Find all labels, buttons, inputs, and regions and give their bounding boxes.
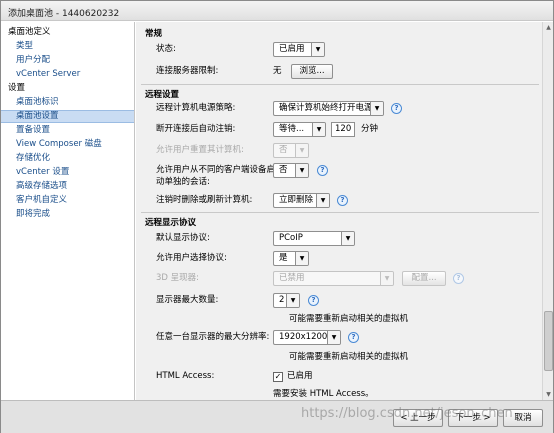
sidebar-group-heading: 桌面池定义 bbox=[8, 27, 51, 37]
allow-choose-protocol-select[interactable]: 是 ▼ bbox=[273, 251, 309, 266]
scroll-up-icon[interactable]: ▲ bbox=[544, 23, 553, 32]
allow-choose-protocol-label: 允许用户选择协议: bbox=[156, 253, 227, 263]
power-policy-value: 确保计算机始终打开电源 bbox=[279, 103, 373, 113]
scroll-down-icon[interactable]: ▼ bbox=[544, 390, 553, 399]
title-bar: 添加桌面池 - 1440620232 bbox=[1, 1, 553, 21]
browse-button[interactable]: 浏览... bbox=[291, 64, 333, 79]
restart-note: 可能需要重新启动相关的虚拟机 bbox=[289, 352, 409, 362]
help-icon[interactable]: ? bbox=[453, 273, 464, 284]
sidebar-item[interactable]: 客户机自定义 bbox=[1, 194, 134, 207]
html-access-label: HTML Access: bbox=[156, 371, 215, 381]
delete-on-logoff-value: 立即删除 bbox=[279, 195, 314, 205]
auto-logoff-value: 等待... bbox=[279, 124, 305, 134]
delete-on-logoff-label: 注销时删除或刷新计算机: bbox=[156, 195, 253, 205]
sidebar-item[interactable]: 高级存储选项 bbox=[1, 180, 134, 193]
sidebar-item[interactable]: 桌面池标识 bbox=[1, 96, 134, 109]
configure-button[interactable]: 配置... bbox=[402, 271, 446, 286]
default-protocol-value: PCoIP bbox=[279, 233, 303, 243]
default-protocol-label: 默认显示协议: bbox=[156, 233, 210, 243]
help-icon[interactable]: ? bbox=[337, 195, 348, 206]
help-icon[interactable]: ? bbox=[391, 103, 402, 114]
default-protocol-select[interactable]: PCoIP ▼ bbox=[273, 231, 355, 246]
multi-session-label-line1: 允许用户从不同的客户端设备启 bbox=[156, 165, 276, 175]
sidebar-item[interactable]: 桌面池设置 bbox=[1, 110, 134, 123]
help-icon[interactable]: ? bbox=[348, 332, 359, 343]
max-monitors-select[interactable]: 2 ▼ bbox=[273, 293, 300, 308]
restart-note: 可能需要重新启动相关的虚拟机 bbox=[289, 314, 409, 324]
state-label: 状态: bbox=[156, 44, 176, 54]
chevron-down-icon: ▼ bbox=[286, 294, 299, 307]
chevron-down-icon: ▼ bbox=[295, 252, 308, 265]
auto-logoff-label: 断开连接后自动注销: bbox=[156, 124, 236, 134]
max-resolution-label: 任意一台显示器的最大分辨率: bbox=[156, 332, 270, 342]
multi-session-select[interactable]: 否 ▼ bbox=[273, 163, 309, 178]
vertical-scrollbar[interactable]: ▲ ▼ bbox=[542, 22, 553, 400]
chevron-down-icon: ▼ bbox=[295, 164, 308, 177]
chevron-down-icon: ▼ bbox=[327, 331, 340, 344]
3d-renderer-label: 3D 呈现器: bbox=[156, 273, 200, 283]
power-policy-label: 远程计算机电源策略: bbox=[156, 103, 236, 113]
divider bbox=[141, 84, 539, 85]
wizard-sidebar: 桌面池定义类型 用户分配 vCenter Server 设置桌面池标识 桌面池设置 置备设… bbox=[1, 22, 135, 400]
max-resolution-select[interactable]: 1920x1200 ▼ bbox=[273, 330, 341, 345]
window-title: 添加桌面池 - 1440620232 bbox=[8, 9, 120, 19]
chevron-down-icon: ▼ bbox=[311, 43, 324, 56]
connection-server-restriction-value: 无 bbox=[273, 66, 282, 76]
sidebar-item[interactable]: 置备设置 bbox=[1, 124, 134, 137]
sidebar-item[interactable]: 存储优化 bbox=[1, 152, 134, 165]
sidebar-item[interactable]: 用户分配 bbox=[1, 54, 134, 67]
max-monitors-value: 2 bbox=[279, 295, 285, 305]
auto-logoff-select[interactable]: 等待... ▼ bbox=[273, 122, 326, 137]
help-icon[interactable]: ? bbox=[308, 295, 319, 306]
chevron-down-icon: ▼ bbox=[316, 194, 329, 207]
multi-session-label-line2: 动单独的会话: bbox=[156, 177, 210, 187]
chevron-down-icon: ▼ bbox=[341, 232, 354, 245]
sidebar-item[interactable]: vCenter 设置 bbox=[1, 166, 134, 179]
max-monitors-label: 显示器最大数量: bbox=[156, 295, 219, 305]
chevron-down-icon: ▼ bbox=[380, 272, 393, 285]
auto-logoff-minutes-input[interactable]: 120 bbox=[331, 122, 355, 137]
divider bbox=[141, 212, 539, 213]
section-display-heading: 远程显示协议 bbox=[145, 218, 197, 228]
html-access-enabled-label: 已启用 bbox=[287, 371, 313, 381]
state-select[interactable]: 已启用 ▼ bbox=[273, 42, 325, 57]
sidebar-group-heading: 设置 bbox=[8, 83, 26, 93]
power-policy-select[interactable]: 确保计算机始终打开电源 ▼ bbox=[273, 101, 384, 116]
watermark: https://blog.csdn.net/jeson_chen bbox=[301, 406, 513, 421]
chevron-down-icon: ▼ bbox=[312, 123, 325, 136]
connection-server-restriction-label: 连接服务器限制: bbox=[156, 66, 219, 76]
scroll-thumb[interactable] bbox=[544, 311, 553, 371]
html-access-note: 需要安装 HTML Access。 bbox=[273, 389, 374, 399]
minutes-unit-label: 分钟 bbox=[361, 124, 379, 134]
settings-panel: 常规 状态: 已启用 ▼ 连接服务器限制: 无 浏览... 远程设置 远程计算机… bbox=[136, 22, 542, 400]
chevron-down-icon: ▼ bbox=[295, 144, 308, 157]
sidebar-item[interactable]: View Composer 磁盘 bbox=[1, 138, 134, 151]
sidebar-item[interactable]: vCenter Server bbox=[1, 68, 134, 81]
3d-renderer-value: 已禁用 bbox=[279, 273, 305, 283]
state-select-value: 已启用 bbox=[279, 44, 305, 54]
help-icon[interactable]: ? bbox=[317, 165, 328, 176]
section-general-heading: 常规 bbox=[145, 29, 163, 39]
sidebar-item[interactable]: 即将完成 bbox=[1, 208, 134, 221]
add-desktop-pool-dialog: 添加桌面池 - 1440620232 桌面池定义类型 用户分配 vCenter Se… bbox=[0, 0, 554, 433]
multi-session-value: 否 bbox=[279, 165, 288, 175]
sidebar-item[interactable]: 类型 bbox=[1, 40, 134, 53]
max-resolution-value: 1920x1200 bbox=[279, 332, 328, 342]
html-access-checkbox[interactable]: ✓ bbox=[273, 372, 283, 382]
allow-reset-select[interactable]: 否 ▼ bbox=[273, 143, 309, 158]
3d-renderer-select[interactable]: 已禁用 ▼ bbox=[273, 271, 394, 286]
allow-reset-value: 否 bbox=[279, 145, 288, 155]
allow-reset-label: 允许用户重置其计算机: bbox=[156, 145, 244, 155]
allow-choose-protocol-value: 是 bbox=[279, 253, 288, 263]
chevron-down-icon: ▼ bbox=[370, 102, 383, 115]
delete-on-logoff-select[interactable]: 立即删除 ▼ bbox=[273, 193, 330, 208]
section-remote-heading: 远程设置 bbox=[145, 90, 180, 100]
